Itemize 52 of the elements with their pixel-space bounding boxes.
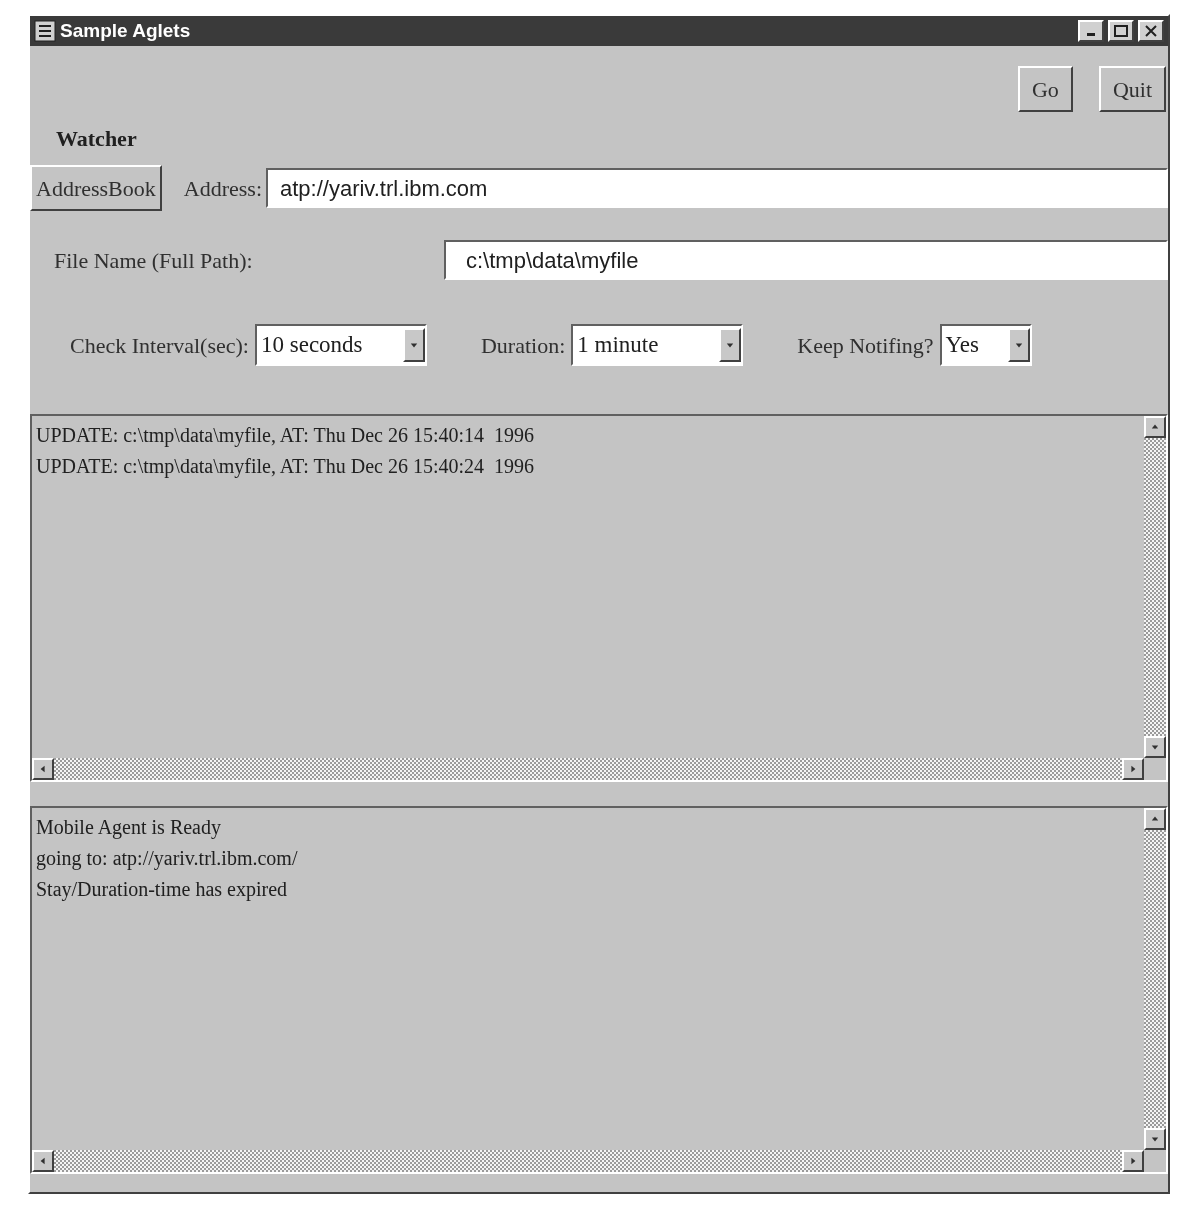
log-line: UPDATE: c:\tmp\data\myfile, AT: Thu Dec 26 15:40:14 1996	[36, 423, 535, 449]
field-label: Check Interval(sec):	[70, 331, 249, 360]
field-label: Address:	[183, 174, 262, 203]
minimize-button[interactable]	[1078, 20, 1104, 42]
field-label: Duration:	[480, 331, 566, 360]
scroll-arrow-button[interactable]	[1122, 1150, 1144, 1172]
triangle-up-icon	[1151, 423, 1159, 431]
section-title: Watcher	[56, 126, 137, 151]
log-line: going to: atp://yariv.trl.ibm.com/	[36, 846, 298, 872]
field-label: File Name (Full Path):	[54, 246, 254, 275]
address-field[interactable]: atp://yariv.trl.ibm.com	[266, 168, 1168, 208]
action-button[interactable]: Quit	[1098, 66, 1166, 112]
triangle-left-icon	[39, 765, 47, 773]
triangle-down-icon	[1151, 1135, 1159, 1143]
triangle-right-icon	[1129, 1157, 1137, 1165]
maximize-icon	[1114, 25, 1128, 37]
dropdown[interactable]: 10 seconds	[254, 324, 427, 366]
vertical-scrollbar[interactable]	[1144, 808, 1166, 1150]
app-icon	[34, 20, 56, 42]
log-line: Mobile Agent is Ready	[36, 815, 221, 841]
scroll-arrow-button[interactable]	[1122, 758, 1144, 780]
vertical-scrollbar[interactable]	[1144, 416, 1166, 758]
scroll-arrow-button[interactable]	[1144, 416, 1166, 438]
log-text-area[interactable]: Mobile Agent is Ready going to: atp://yariv.trl.ibm.com/ Stay/Duration-time has expired	[30, 806, 1168, 1174]
dropdown[interactable]: 1 minute	[571, 324, 744, 366]
close-button[interactable]	[1138, 20, 1164, 42]
triangle-down-icon	[1014, 341, 1023, 349]
dropdown[interactable]: Yes	[939, 324, 1032, 366]
log-line: UPDATE: c:\tmp\data\myfile, AT: Thu Dec 26 15:40:24 1996	[36, 454, 535, 480]
triangle-down-icon	[726, 341, 735, 349]
minimize-icon	[1087, 33, 1095, 36]
address-book-button[interactable]: AddressBook	[30, 165, 162, 211]
action-button[interactable]: Go	[1018, 66, 1073, 112]
triangle-up-icon	[1151, 815, 1159, 823]
scroll-arrow-button[interactable]	[32, 1150, 54, 1172]
triangle-down-icon	[409, 341, 418, 349]
scroll-arrow-button[interactable]	[1144, 1128, 1166, 1150]
window-title: Sample Aglets	[60, 18, 191, 43]
scroll-arrow-button[interactable]	[32, 758, 54, 780]
file-name-field[interactable]: c:\tmp\data\myfile	[444, 240, 1168, 280]
log-line: Stay/Duration-time has expired	[36, 877, 288, 903]
scroll-arrow-button[interactable]	[1144, 736, 1166, 758]
triangle-down-icon	[1151, 743, 1159, 751]
field-label: Keep Notifing?	[797, 331, 934, 360]
scroll-arrow-button[interactable]	[1144, 808, 1166, 830]
maximize-button[interactable]	[1108, 20, 1134, 42]
close-icon	[1145, 25, 1157, 37]
horizontal-scrollbar[interactable]	[32, 758, 1144, 780]
log-text-area[interactable]: UPDATE: c:\tmp\data\myfile, AT: Thu Dec 26 15:40:14 1996 UPDATE: c:\tmp\data\myfile, AT: Thu Dec 26 15:40:24 1996	[30, 414, 1168, 782]
horizontal-scrollbar[interactable]	[32, 1150, 1144, 1172]
triangle-left-icon	[39, 1157, 47, 1165]
triangle-right-icon	[1129, 765, 1137, 773]
